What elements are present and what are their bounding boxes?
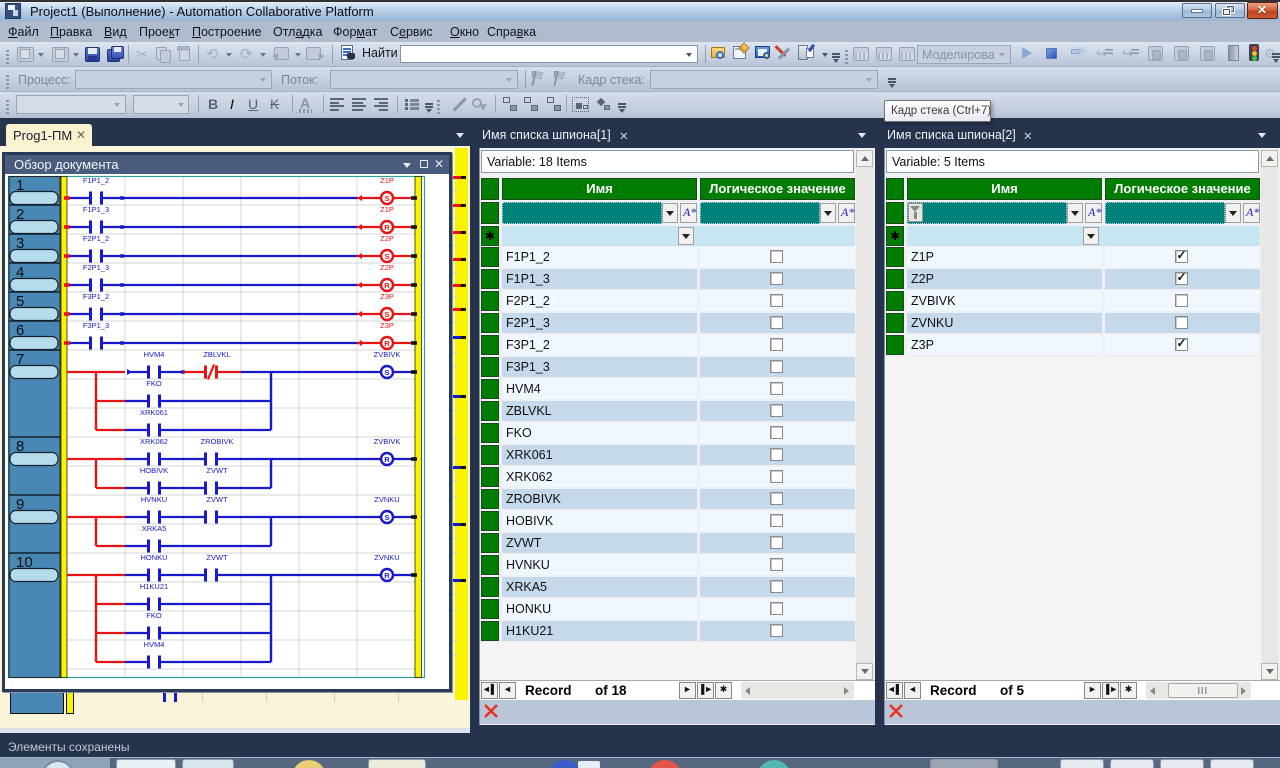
svg-text:XRK062: XRK062 (140, 437, 168, 446)
svg-text:F1P1_2: F1P1_2 (83, 176, 109, 185)
svg-text:Z2P: Z2P (380, 263, 394, 272)
svg-text:F2P1_2: F2P1_2 (83, 234, 109, 243)
svg-text:Z3P: Z3P (380, 321, 394, 330)
svg-text:Z2P: Z2P (380, 234, 394, 243)
svg-text:ZVNKU: ZVNKU (374, 495, 399, 504)
svg-text:R: R (384, 223, 390, 232)
svg-text:ZVWT: ZVWT (206, 495, 228, 504)
svg-text:R: R (384, 455, 390, 464)
svg-text:ZVBIVK: ZVBIVK (374, 350, 401, 359)
svg-text:F1P1_3: F1P1_3 (83, 205, 109, 214)
svg-text:R: R (384, 281, 390, 290)
svg-text:FKO: FKO (146, 611, 162, 620)
svg-text:S: S (384, 513, 389, 522)
svg-text:ZBLVKL: ZBLVKL (203, 350, 230, 359)
svg-text:HOBIVK: HOBIVK (140, 466, 168, 475)
svg-text:R: R (384, 339, 390, 348)
svg-text:FKO: FKO (146, 379, 162, 388)
svg-text:S: S (384, 194, 389, 203)
svg-text:XRKA5: XRKA5 (142, 524, 167, 533)
svg-text:R: R (384, 571, 390, 580)
svg-text:Z1P: Z1P (380, 205, 394, 214)
svg-text:F2P1_3: F2P1_3 (83, 263, 109, 272)
svg-text:XRK061: XRK061 (140, 408, 168, 417)
svg-text:Z1P: Z1P (380, 176, 394, 185)
svg-text:F3P1_2: F3P1_2 (83, 292, 109, 301)
svg-text:ZVWT: ZVWT (206, 553, 228, 562)
svg-text:H1KU21: H1KU21 (140, 582, 168, 591)
svg-text:HVM4: HVM4 (144, 640, 165, 649)
svg-text:Z3P: Z3P (380, 292, 394, 301)
svg-text:S: S (384, 368, 389, 377)
svg-text:HVNKU: HVNKU (141, 495, 167, 504)
svg-text:ZVWT: ZVWT (206, 466, 228, 475)
svg-text:HONKU: HONKU (140, 553, 167, 562)
svg-text:F3P1_3: F3P1_3 (83, 321, 109, 330)
svg-text:S: S (384, 252, 389, 261)
svg-text:ZROBIVK: ZROBIVK (201, 437, 234, 446)
svg-text:ZVNKU: ZVNKU (374, 553, 399, 562)
svg-text:ZVBIVK: ZVBIVK (374, 437, 401, 446)
svg-text:S: S (384, 310, 389, 319)
svg-text:HVM4: HVM4 (144, 350, 165, 359)
